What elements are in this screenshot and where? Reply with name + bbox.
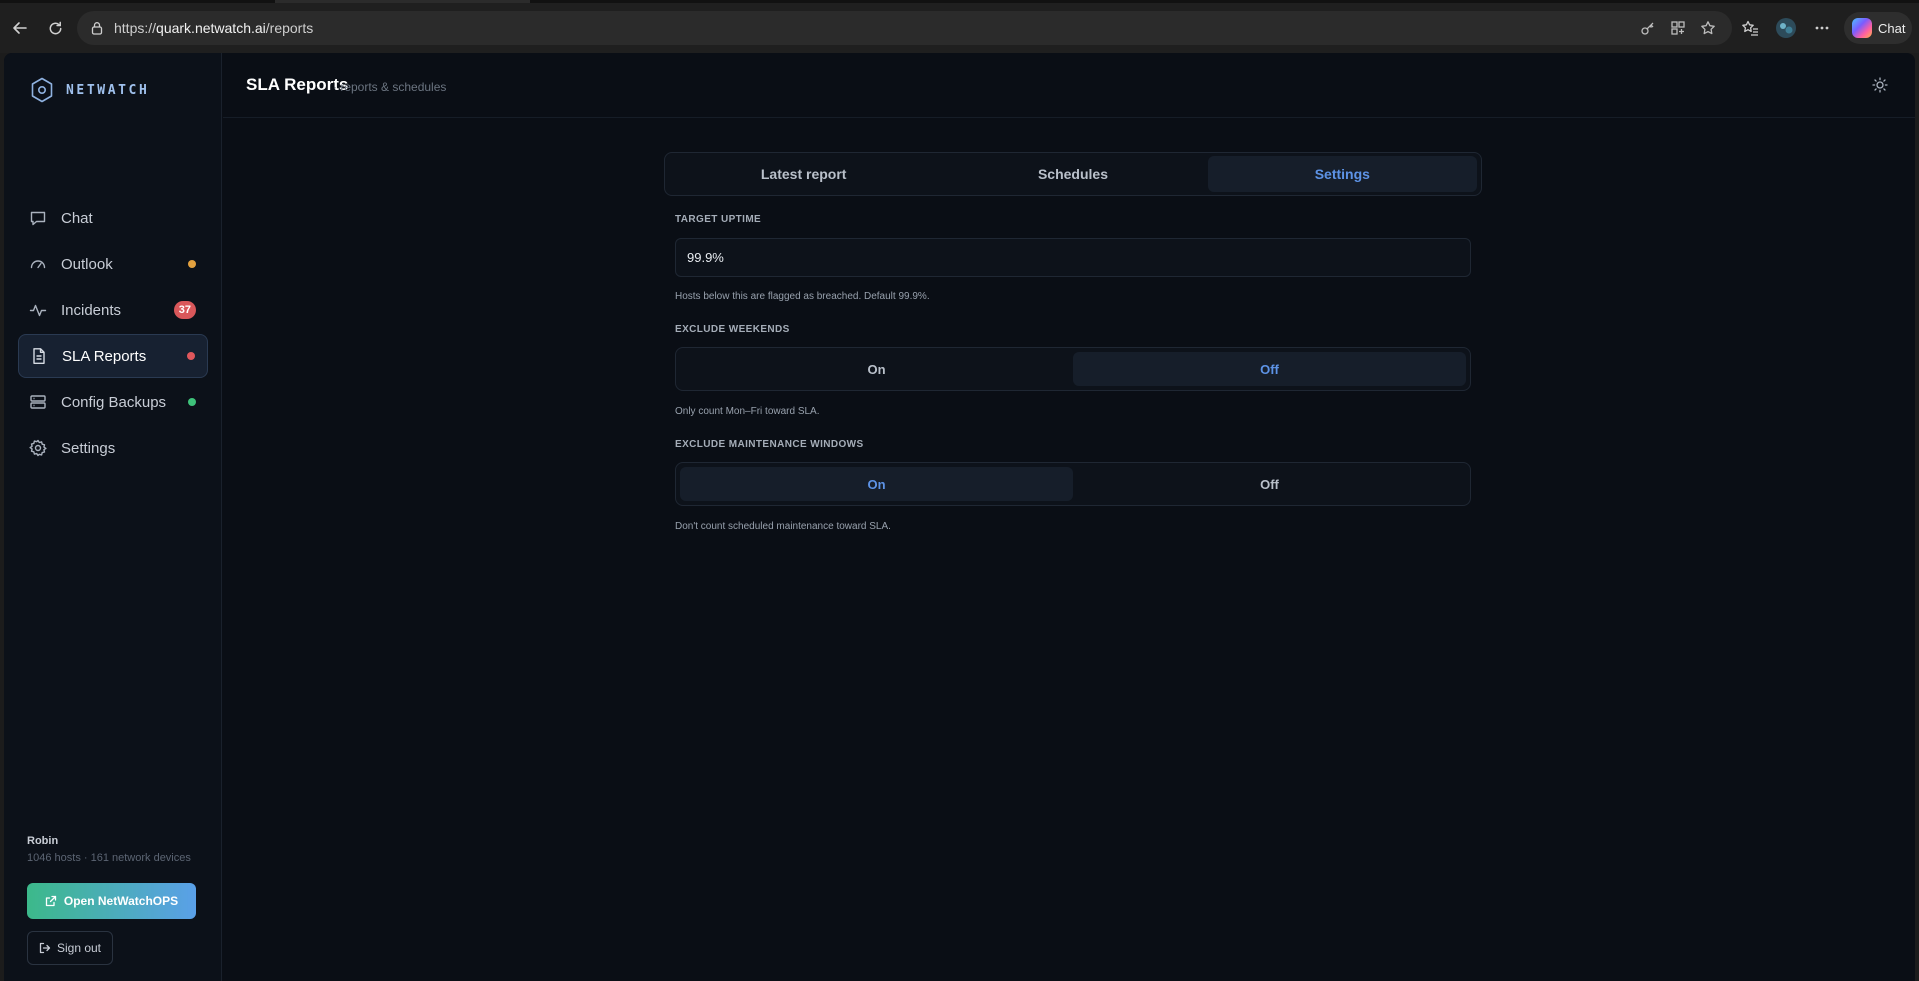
sidebar-item-chat[interactable]: Chat	[18, 196, 208, 240]
page-subtitle: · reports & schedules	[333, 80, 447, 94]
tab-settings[interactable]: Settings	[1207, 156, 1477, 192]
sign-out-button[interactable]: Sign out	[27, 931, 113, 965]
app-icon[interactable]	[1668, 18, 1688, 38]
profile-icon[interactable]	[1774, 16, 1798, 40]
incidents-count-badge: 37	[173, 301, 196, 319]
sidebar-item-label: Config Backups	[61, 393, 167, 411]
user-summary: 1046 hosts · 161 network devices	[27, 852, 191, 864]
reload-button[interactable]	[41, 14, 69, 42]
copilot-chat-label: Chat	[1878, 20, 1906, 36]
document-icon	[30, 347, 48, 365]
favorites-icon[interactable]	[1738, 16, 1762, 40]
external-link-icon	[45, 895, 57, 907]
chat-icon	[29, 209, 47, 227]
star-icon[interactable]	[1698, 18, 1718, 38]
url-host: quark.netwatch.ai	[156, 20, 266, 36]
target-uptime-hint: Hosts below this are flagged as breached…	[675, 291, 930, 302]
exclude-maintenance-hint: Don't count scheduled maintenance toward…	[675, 521, 891, 532]
lock-icon	[89, 20, 105, 36]
sidebar-item-outlook[interactable]: Outlook	[18, 242, 208, 286]
open-netwatchops-label: Open NetWatchOPS	[63, 894, 179, 908]
arrow-left-icon	[13, 22, 27, 34]
sign-out-label: Sign out	[56, 941, 102, 955]
tab-latest-report[interactable]: Latest report	[669, 156, 938, 192]
sidebar-item-label: Settings	[61, 439, 116, 457]
exclude-weekends-label: EXCLUDE WEEKENDS	[675, 324, 790, 335]
gear-icon	[29, 439, 47, 457]
user-name: Robin	[27, 835, 59, 847]
sidebar: NETWATCH Chat Outlook Incidents 37 SLA R…	[4, 53, 222, 981]
brand-name: NETWATCH	[66, 82, 150, 98]
status-dot-red	[187, 352, 195, 360]
sign-out-icon	[39, 942, 51, 954]
url-prefix: https://	[114, 20, 157, 36]
sidebar-item-settings[interactable]: Settings	[18, 426, 208, 470]
url-text: https://quark.netwatch.ai/reports	[114, 20, 313, 36]
netwatch-logo-icon	[31, 77, 53, 103]
activity-icon	[29, 301, 47, 319]
gauge-icon	[29, 255, 47, 273]
target-uptime-input[interactable]	[675, 238, 1471, 277]
exclude-maintenance-on[interactable]: On	[680, 467, 1073, 501]
status-dot-green	[188, 398, 196, 406]
open-netwatchops-button[interactable]: Open NetWatchOPS	[27, 883, 196, 919]
browser-toolbar: https://quark.netwatch.ai/reports Chat	[0, 0, 1919, 53]
sun-icon	[1872, 77, 1888, 93]
more-icon[interactable]	[1810, 16, 1834, 40]
status-dot-orange	[188, 260, 196, 268]
back-button[interactable]	[6, 14, 34, 42]
copilot-chat-button[interactable]: Chat	[1844, 12, 1912, 44]
brand[interactable]: NETWATCH	[30, 77, 149, 103]
target-uptime-label: TARGET UPTIME	[675, 214, 762, 225]
address-bar[interactable]: https://quark.netwatch.ai/reports	[77, 11, 1732, 45]
exclude-weekends-toggle: On Off	[675, 347, 1471, 391]
copilot-icon	[1852, 18, 1872, 38]
exclude-weekends-off[interactable]: Off	[1073, 352, 1466, 386]
reload-icon	[49, 21, 61, 34]
sidebar-item-label: Incidents	[61, 301, 122, 319]
tab-schedules[interactable]: Schedules	[938, 156, 1207, 192]
url-path: /reports	[265, 20, 314, 36]
key-icon[interactable]	[1638, 18, 1658, 38]
user-info: Robin 1046 hosts · 161 network devices	[27, 835, 191, 864]
sidebar-item-label: Outlook	[61, 255, 113, 273]
sidebar-item-config-backups[interactable]: Config Backups	[18, 380, 208, 424]
exclude-maintenance-off[interactable]: Off	[1073, 467, 1466, 501]
database-icon	[29, 393, 47, 411]
theme-toggle-button[interactable]	[1868, 73, 1892, 97]
sidebar-nav: Chat Outlook Incidents 37 SLA Reports Co…	[18, 196, 208, 472]
sidebar-item-incidents[interactable]: Incidents 37	[18, 288, 208, 332]
sidebar-item-label: SLA Reports	[62, 347, 147, 365]
sidebar-item-label: Chat	[61, 209, 93, 227]
page-header: SLA Reports · reports & schedules	[223, 53, 1915, 118]
exclude-weekends-on[interactable]: On	[680, 352, 1073, 386]
tab-strip	[0, 0, 1919, 3]
exclude-maintenance-label: EXCLUDE MAINTENANCE WINDOWS	[675, 439, 864, 450]
exclude-weekends-hint: Only count Mon–Fri toward SLA.	[675, 406, 820, 417]
report-tabs: Latest report Schedules Settings	[664, 152, 1482, 196]
exclude-maintenance-toggle: On Off	[675, 462, 1471, 506]
app-window: NETWATCH Chat Outlook Incidents 37 SLA R…	[4, 53, 1915, 981]
sidebar-item-sla-reports[interactable]: SLA Reports	[18, 334, 208, 378]
